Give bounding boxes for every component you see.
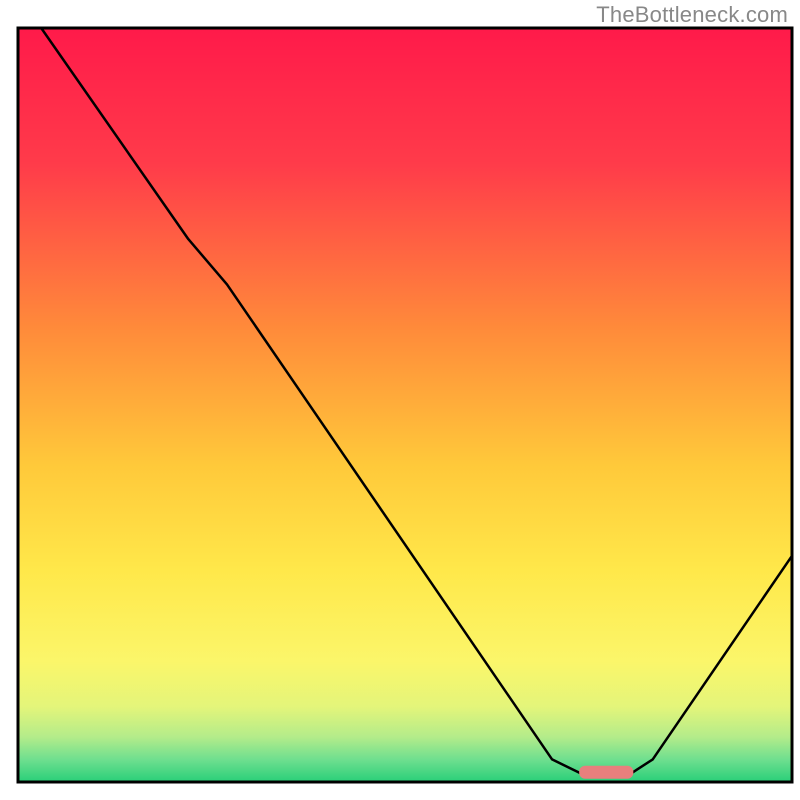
optimal-marker — [579, 766, 633, 779]
watermark-text: TheBottleneck.com — [596, 2, 788, 28]
chart-container: TheBottleneck.com — [0, 0, 800, 800]
bottleneck-chart — [0, 0, 800, 800]
plot-background — [18, 28, 792, 782]
